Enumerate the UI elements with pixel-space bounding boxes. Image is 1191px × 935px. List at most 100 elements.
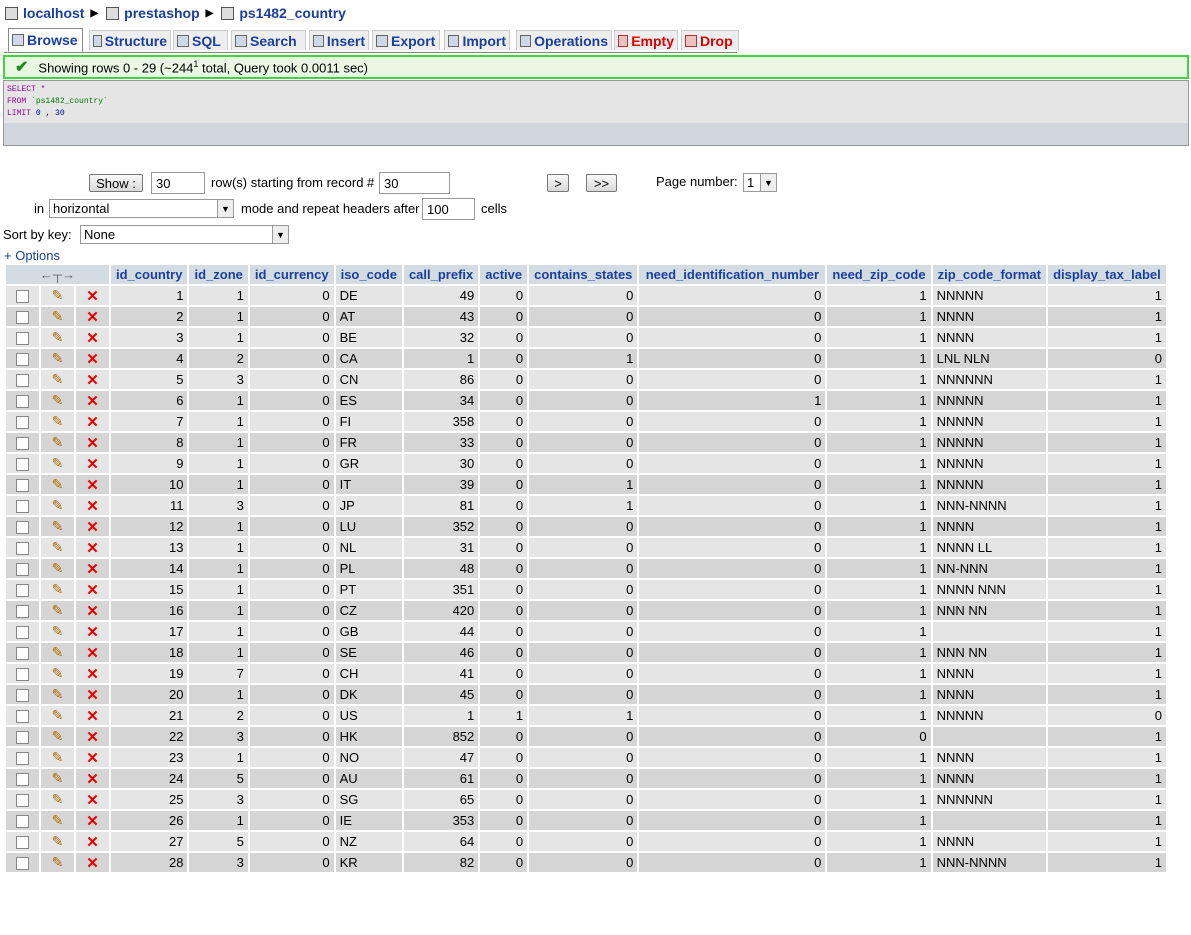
row-select-cell[interactable]	[6, 790, 39, 809]
column-header-id-country[interactable]: id_country	[111, 265, 188, 284]
row-select-cell[interactable]	[6, 727, 39, 746]
row-select-cell[interactable]	[6, 685, 39, 704]
delete-icon[interactable]: ✕	[86, 288, 99, 305]
tab-search[interactable]: Search	[231, 30, 306, 50]
edit-icon[interactable]: ✎	[52, 560, 64, 576]
breadcrumb-database-label[interactable]: prestashop	[124, 5, 199, 21]
row-select-cell[interactable]	[6, 811, 39, 830]
row-checkbox[interactable]	[16, 815, 29, 829]
delete-icon[interactable]: ✕	[86, 456, 99, 473]
row-select-cell[interactable]	[6, 769, 39, 788]
row-checkbox[interactable]	[16, 626, 29, 640]
row-delete-cell[interactable]: ✕	[76, 391, 109, 410]
row-select-cell[interactable]	[6, 706, 39, 725]
delete-icon[interactable]: ✕	[86, 372, 99, 389]
next-page-button[interactable]: >	[547, 174, 569, 192]
row-select-cell[interactable]	[6, 454, 39, 473]
row-checkbox[interactable]	[16, 773, 29, 787]
column-header-iso-code[interactable]: iso_code	[335, 265, 402, 284]
tab-import[interactable]: Import	[444, 30, 510, 50]
row-select-cell[interactable]	[6, 559, 39, 578]
row-edit-cell[interactable]: ✎	[41, 748, 74, 767]
row-select-cell[interactable]	[6, 307, 39, 326]
row-select-cell[interactable]	[6, 664, 39, 683]
row-delete-cell[interactable]: ✕	[76, 559, 109, 578]
tab-label[interactable]: Insert	[327, 33, 365, 49]
row-edit-cell[interactable]: ✎	[41, 286, 74, 305]
column-header-call-prefix[interactable]: call_prefix	[403, 265, 479, 284]
edit-icon[interactable]: ✎	[52, 476, 64, 492]
row-edit-cell[interactable]: ✎	[41, 811, 74, 830]
row-delete-cell[interactable]: ✕	[76, 727, 109, 746]
row-delete-cell[interactable]: ✕	[76, 496, 109, 515]
rows-count-input[interactable]: 30	[151, 172, 205, 194]
row-checkbox[interactable]	[16, 332, 29, 346]
edit-icon[interactable]: ✎	[52, 686, 64, 702]
row-edit-cell[interactable]: ✎	[41, 559, 74, 578]
column-header-id-currency[interactable]: id_currency	[249, 265, 334, 284]
row-delete-cell[interactable]: ✕	[76, 748, 109, 767]
edit-icon[interactable]: ✎	[52, 749, 64, 765]
delete-icon[interactable]: ✕	[86, 498, 99, 515]
edit-icon[interactable]: ✎	[52, 644, 64, 660]
row-delete-cell[interactable]: ✕	[76, 370, 109, 389]
tab-drop[interactable]: Drop	[681, 30, 739, 50]
row-checkbox[interactable]	[16, 647, 29, 661]
tab-label[interactable]: Browse	[27, 32, 78, 48]
delete-icon[interactable]: ✕	[86, 393, 99, 410]
row-checkbox[interactable]	[16, 542, 29, 556]
delete-icon[interactable]: ✕	[86, 582, 99, 599]
row-edit-cell[interactable]: ✎	[41, 433, 74, 452]
options-link[interactable]: + Options	[4, 248, 60, 263]
delete-icon[interactable]: ✕	[86, 435, 99, 452]
row-checkbox[interactable]	[16, 836, 29, 850]
tab-empty[interactable]: Empty	[614, 30, 678, 50]
row-delete-cell[interactable]: ✕	[76, 538, 109, 557]
delete-icon[interactable]: ✕	[86, 351, 99, 368]
tab-insert[interactable]: Insert	[309, 30, 369, 50]
row-checkbox[interactable]	[16, 668, 29, 682]
edit-icon[interactable]: ✎	[52, 812, 64, 828]
delete-icon[interactable]: ✕	[86, 771, 99, 788]
edit-icon[interactable]: ✎	[52, 455, 64, 471]
row-edit-cell[interactable]: ✎	[41, 601, 74, 620]
row-delete-cell[interactable]: ✕	[76, 475, 109, 494]
delete-icon[interactable]: ✕	[86, 750, 99, 767]
row-checkbox[interactable]	[16, 710, 29, 724]
edit-icon[interactable]: ✎	[52, 371, 64, 387]
row-checkbox[interactable]	[16, 731, 29, 745]
row-edit-cell[interactable]: ✎	[41, 328, 74, 347]
row-delete-cell[interactable]: ✕	[76, 349, 109, 368]
row-checkbox[interactable]	[16, 752, 29, 766]
row-select-cell[interactable]	[6, 391, 39, 410]
row-checkbox[interactable]	[16, 605, 29, 619]
row-edit-cell[interactable]: ✎	[41, 475, 74, 494]
row-edit-cell[interactable]: ✎	[41, 412, 74, 431]
row-select-cell[interactable]	[6, 475, 39, 494]
row-checkbox[interactable]	[16, 500, 29, 514]
edit-icon[interactable]: ✎	[52, 329, 64, 345]
delete-icon[interactable]: ✕	[86, 645, 99, 662]
row-checkbox[interactable]	[16, 353, 29, 367]
delete-icon[interactable]: ✕	[86, 792, 99, 809]
delete-icon[interactable]: ✕	[86, 330, 99, 347]
row-select-cell[interactable]	[6, 580, 39, 599]
row-checkbox[interactable]	[16, 521, 29, 535]
row-checkbox[interactable]	[16, 794, 29, 808]
display-mode-select[interactable]: horizontal ▼	[49, 199, 234, 218]
tab-label[interactable]: Drop	[700, 33, 733, 49]
edit-icon[interactable]: ✎	[52, 581, 64, 597]
edit-icon[interactable]: ✎	[52, 791, 64, 807]
column-header-id-zone[interactable]: id_zone	[189, 265, 248, 284]
tab-operations[interactable]: Operations	[516, 30, 612, 50]
tab-label[interactable]: SQL	[192, 33, 221, 49]
edit-icon[interactable]: ✎	[52, 497, 64, 513]
row-select-cell[interactable]	[6, 601, 39, 620]
row-edit-cell[interactable]: ✎	[41, 349, 74, 368]
row-delete-cell[interactable]: ✕	[76, 832, 109, 851]
row-edit-cell[interactable]: ✎	[41, 370, 74, 389]
row-checkbox[interactable]	[16, 584, 29, 598]
row-edit-cell[interactable]: ✎	[41, 622, 74, 641]
row-edit-cell[interactable]: ✎	[41, 727, 74, 746]
row-edit-cell[interactable]: ✎	[41, 643, 74, 662]
